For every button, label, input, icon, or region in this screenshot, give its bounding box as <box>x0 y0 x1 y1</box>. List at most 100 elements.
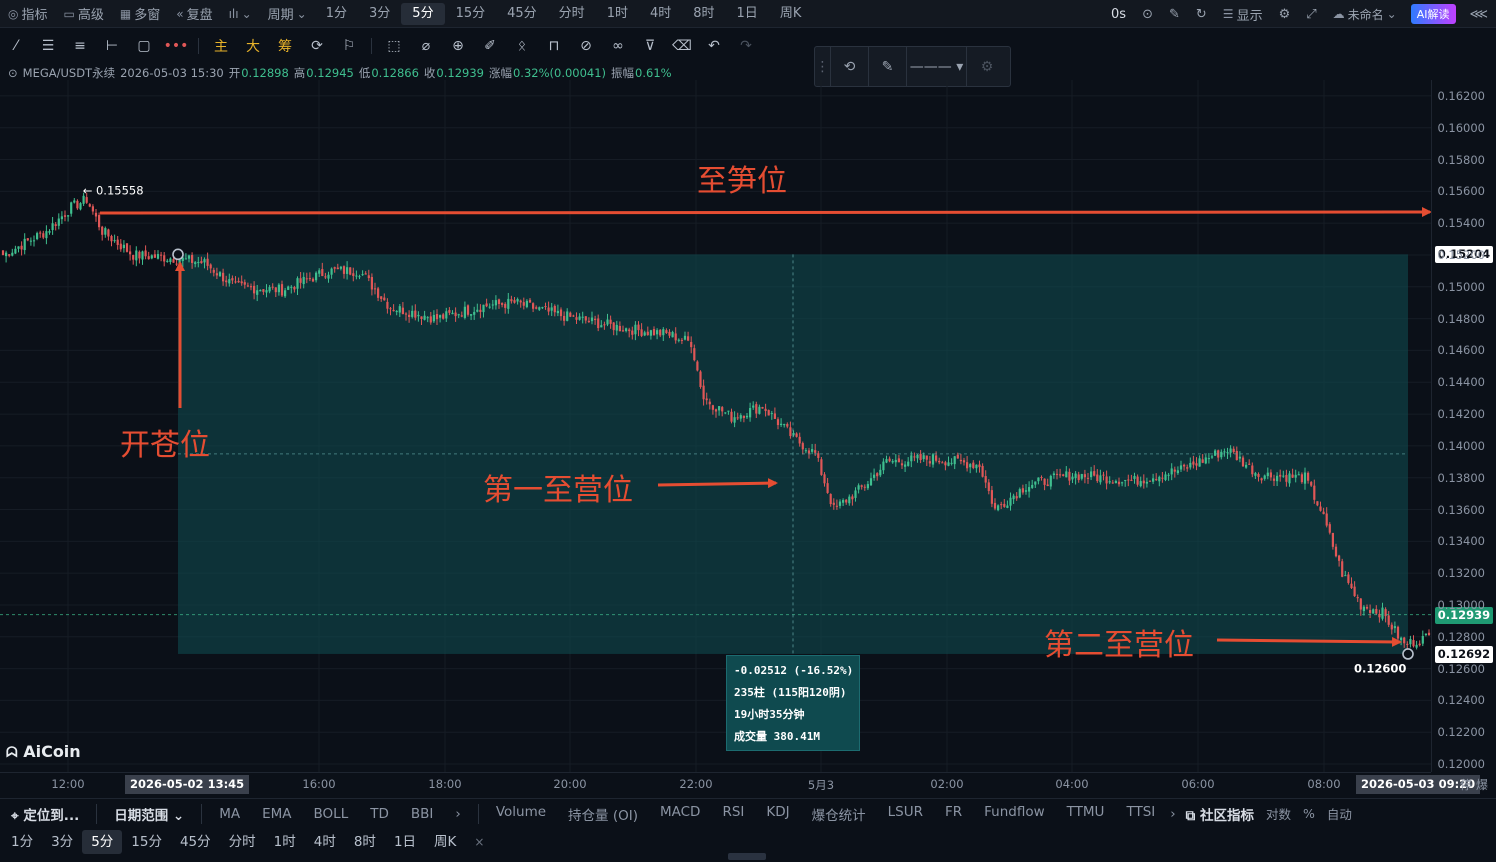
display-button[interactable]: ☰ 显示 <box>1215 0 1271 28</box>
magnet-icon[interactable]: ᛟ <box>506 31 538 61</box>
period-button[interactable]: 4时 <box>305 830 345 854</box>
period-button[interactable]: 1分 <box>2 830 42 854</box>
trash-icon[interactable]: ⌫ <box>666 31 698 61</box>
sub-indicator[interactable]: LSUR <box>877 804 934 824</box>
candle-body <box>640 329 643 336</box>
share-icon[interactable]: ⋘ <box>1462 0 1496 28</box>
auto-scale-toggle[interactable]: 自动 <box>1321 804 1358 823</box>
price-axis[interactable]: 0.15204 0.12939 0.12692 0.16200 0.16000 0.… <box>1431 80 1496 772</box>
period-tab[interactable]: 5分 <box>401 2 445 25</box>
close-icon[interactable]: × <box>465 830 493 854</box>
period-button[interactable]: 1日 <box>385 830 425 854</box>
strategy-icon[interactable]: ⚐ <box>333 31 365 61</box>
period-tab[interactable]: 1分 <box>315 3 358 25</box>
candle-body <box>20 245 23 250</box>
pencil-icon[interactable]: ✎ <box>1161 0 1188 28</box>
sub-indicator[interactable]: KDJ <box>755 804 800 824</box>
ruler-icon[interactable]: ⌀ <box>410 31 442 61</box>
period-button[interactable]: 周K <box>425 830 465 854</box>
cursor-icon[interactable]: ⬚ <box>378 31 410 61</box>
stop-label[interactable]: 停 <box>1460 776 1472 793</box>
period-tab[interactable]: 1日 <box>726 3 769 25</box>
sub-indicator[interactable]: 持仓量 (OI) <box>557 804 649 824</box>
lock-icon[interactable]: ⊓ <box>538 31 570 61</box>
settings-icon[interactable]: ⚙ <box>1271 0 1299 28</box>
main-force-button[interactable]: 主 <box>205 31 237 61</box>
fullscreen-icon[interactable]: ⤢ <box>1298 0 1324 28</box>
sub-indicator[interactable]: FR <box>934 804 973 824</box>
period-tab[interactable]: 8时 <box>682 3 725 25</box>
period-tab[interactable]: 分时 <box>548 3 596 25</box>
drawing-toolbar: ⁄ ☰ ≡ ⊢ ▢ ••• 主 大 筹 ⟳ ⚐ ⬚ ⌀ ⊕ ✐ ᛟ ⊓ ⊘ ∞ … <box>0 30 1496 62</box>
candle-body <box>1347 574 1350 583</box>
main-indicator[interactable]: EMA <box>251 806 302 822</box>
more-tools-icon[interactable]: ••• <box>160 31 192 61</box>
period-button[interactable]: 3分 <box>42 830 82 854</box>
main-indicator[interactable]: BOLL <box>303 806 360 822</box>
layout-name-button[interactable]: ☁ 未命名 ⌄ <box>1325 0 1405 28</box>
ray-icon[interactable]: ⊢ <box>96 31 128 61</box>
big-order-button[interactable]: 大 <box>237 31 269 61</box>
candle-body <box>1220 451 1223 458</box>
percent-scale-toggle[interactable]: % <box>1297 806 1321 821</box>
link-icon[interactable]: ∞ <box>602 31 634 61</box>
main-indicator[interactable]: BBI <box>400 806 445 822</box>
camera-icon[interactable]: ⊙ <box>1134 0 1161 28</box>
log-scale-toggle[interactable]: 对数 <box>1260 804 1297 823</box>
candle-body <box>1291 474 1294 478</box>
sub-indicator[interactable]: 爆仓统计 <box>801 804 877 824</box>
sub-indicator[interactable]: Volume <box>485 804 557 824</box>
period-tab[interactable]: 45分 <box>496 3 548 25</box>
sub-indicator[interactable]: Fundflow <box>973 804 1056 824</box>
period-button[interactable]: 45分 <box>171 830 220 854</box>
period-tab[interactable]: 3分 <box>358 3 401 25</box>
rectangle-icon[interactable]: ▢ <box>128 31 160 61</box>
zoom-icon[interactable]: ⊕ <box>442 31 474 61</box>
chips-button[interactable]: 筹 <box>269 31 301 61</box>
eye-icon[interactable]: ⊙ <box>8 66 18 80</box>
time-axis[interactable]: 2026-05-02 13:45 2026-05-03 09:20 12:00 1… <box>0 772 1481 796</box>
sub-indicator[interactable]: RSI <box>711 804 755 824</box>
undo-icon[interactable]: ↻ <box>1188 0 1215 28</box>
parallel-lines-icon[interactable]: ☰ <box>32 31 64 61</box>
replay-button[interactable]: «复盘 <box>168 0 220 28</box>
filter-icon[interactable]: ⊽ <box>634 31 666 61</box>
period-button[interactable]: 分时 <box>220 830 265 854</box>
period-tab[interactable]: 1时 <box>596 3 639 25</box>
main-indicators: MA EMA BOLL TD BBI <box>208 806 444 822</box>
brush-icon[interactable]: ✐ <box>474 31 506 61</box>
main-indicator[interactable]: TD <box>359 806 400 822</box>
date-range-button[interactable]: 日期范围 ⌄ <box>103 804 195 824</box>
candle-body <box>1254 473 1257 476</box>
period-menu-button[interactable]: 周期 ⌄ <box>260 0 315 28</box>
period-tab[interactable]: 4时 <box>639 3 682 25</box>
period-button[interactable]: 15分 <box>122 830 171 854</box>
ai-interpret-button[interactable]: AI解读 <box>1410 4 1456 24</box>
chevron-right-icon[interactable]: › <box>1166 806 1179 822</box>
indicators-button[interactable]: ◎ 指标 <box>0 0 56 28</box>
sync-icon[interactable]: ⟳ <box>301 31 333 61</box>
period-tab[interactable]: 15分 <box>445 3 497 25</box>
time-label: 04:00 <box>1055 777 1089 791</box>
sub-indicator[interactable]: TTSI <box>1115 804 1166 824</box>
chevron-right-icon[interactable]: › <box>444 806 471 822</box>
period-tab[interactable]: 周K <box>769 3 813 25</box>
undo-icon[interactable]: ↶ <box>698 31 730 61</box>
line-tool-icon[interactable]: ⁄ <box>0 31 32 61</box>
horizontal-lines-icon[interactable]: ≡ <box>64 31 96 61</box>
multi-window-button[interactable]: ▦ 多窗 <box>112 0 168 28</box>
main-indicator[interactable]: MA <box>208 806 251 822</box>
period-button[interactable]: 5分 <box>82 830 123 854</box>
locate-button[interactable]: ⌖ 定位到... <box>0 804 90 824</box>
hide-icon[interactable]: ⊘ <box>570 31 602 61</box>
collapse-handle[interactable] <box>728 853 766 860</box>
liquidation-label[interactable]: 爆 <box>1476 776 1488 793</box>
advanced-button[interactable]: ▭ 高级 <box>56 0 112 28</box>
chart-type-button[interactable]: ılı ⌄ <box>221 0 260 28</box>
period-button[interactable]: 8时 <box>345 830 385 854</box>
sub-indicator[interactable]: TTMU <box>1056 804 1116 824</box>
redo-icon[interactable]: ↷ <box>730 31 762 61</box>
community-indicators-button[interactable]: ⧉ 社区指标 <box>1180 804 1260 824</box>
sub-indicator[interactable]: MACD <box>649 804 711 824</box>
period-button[interactable]: 1时 <box>265 830 305 854</box>
